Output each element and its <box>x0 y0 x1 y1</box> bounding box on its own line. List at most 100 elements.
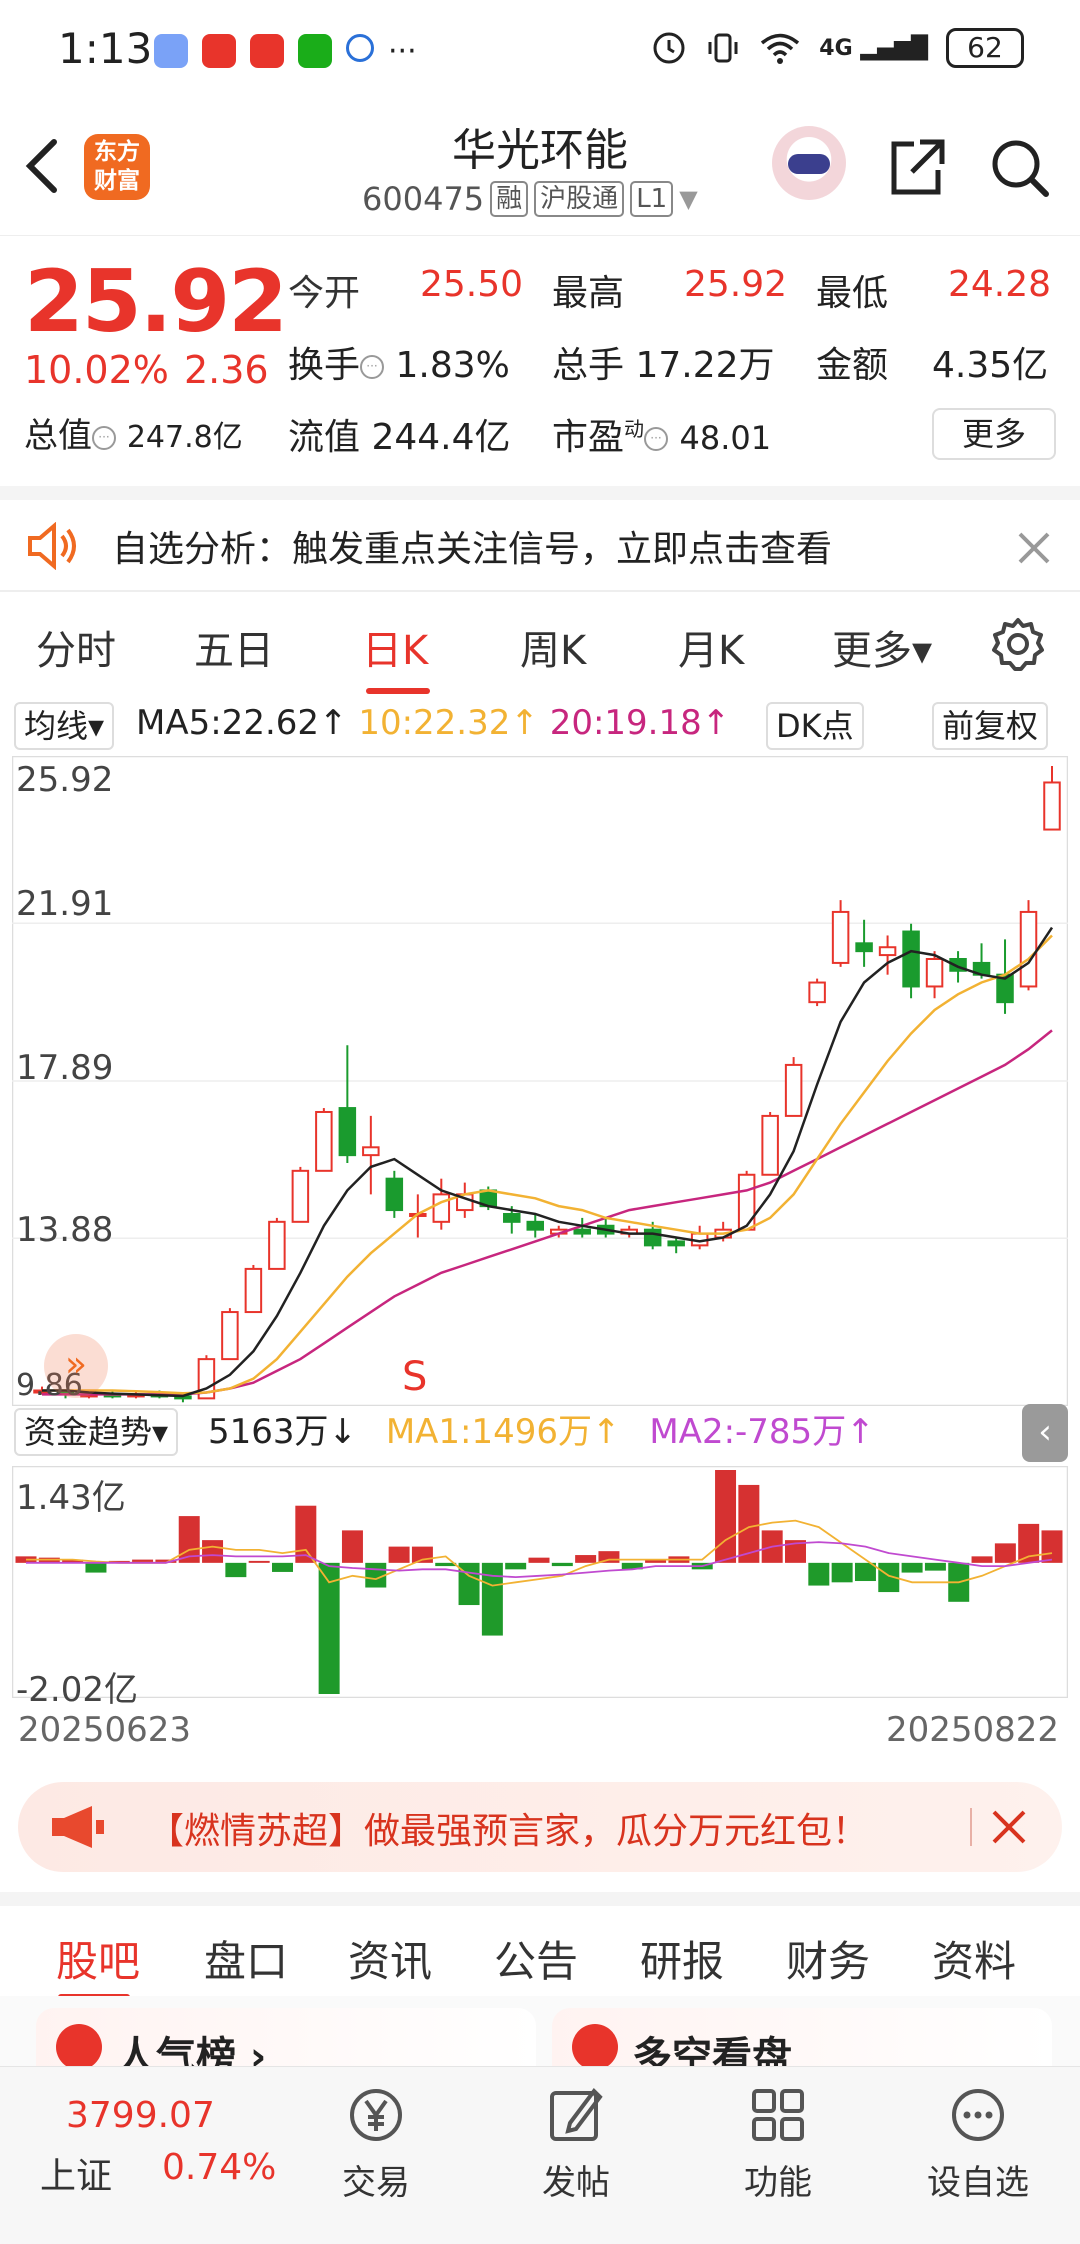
collapse-panel-button[interactable]: ‹ <box>1022 1404 1068 1462</box>
index-pct[interactable]: 0.74% <box>162 2147 276 2188</box>
ma10-value: 10:22.32↑ <box>358 703 539 743</box>
ma1-value: MA1:1496万↑ <box>385 1412 621 1452</box>
tab-more[interactable]: 更多▾ <box>832 618 932 676</box>
tab-five-day[interactable]: 五日 <box>194 618 274 676</box>
low-label: 最低 <box>816 273 889 314</box>
tab-research[interactable]: 研报 <box>640 1928 724 1989</box>
promo-banner[interactable]: 【燃情苏超】做最强预言家，瓜分万元红包！ <box>18 1782 1062 1872</box>
candlestick-chart[interactable] <box>12 756 1068 1406</box>
popularity-card[interactable]: 人气榜 › <box>36 2008 536 2066</box>
candle <box>667 1240 685 1247</box>
more-quote-button[interactable]: 更多 <box>932 408 1056 460</box>
banner-divider <box>970 1808 972 1846</box>
bull-bear-card[interactable]: 多空看盘 <box>552 2008 1052 2066</box>
gear-icon[interactable] <box>990 616 1046 672</box>
stock-code: 600475 <box>362 180 485 218</box>
level-tag: L1 <box>630 181 674 217</box>
last-price: 25.92 <box>24 252 288 352</box>
ma-selector[interactable]: 均线▾ <box>14 702 115 750</box>
app-notification-icon <box>202 34 236 68</box>
fund-bar <box>551 1562 573 1567</box>
fund-bar <box>528 1557 550 1563</box>
tab-daily-k[interactable]: 日K <box>362 618 428 676</box>
y-tick-label: 1.43亿 <box>16 1478 126 1518</box>
index-value[interactable]: 3799.07 <box>66 2095 215 2136</box>
ma20-value: 20:19.18↑ <box>549 703 731 743</box>
status-bar: 1:13 ··· 4G ▂▄▆█ 62 <box>0 0 1080 100</box>
fund-bar <box>202 1540 224 1563</box>
close-icon[interactable] <box>1016 530 1052 566</box>
candle <box>855 942 873 953</box>
alarm-icon <box>653 32 685 64</box>
fund-bar <box>808 1562 830 1586</box>
megaphone-icon <box>52 1806 104 1848</box>
volume-item: 总手 17.22万 <box>552 336 775 388</box>
amount-label: 金额 <box>816 345 889 386</box>
expand-icon[interactable]: » <box>44 1334 108 1398</box>
close-icon[interactable] <box>990 1808 1028 1846</box>
tab-orderbook[interactable]: 盘口 <box>204 1928 288 1989</box>
tab-announcements[interactable]: 公告 <box>494 1928 578 1989</box>
adjust-button[interactable]: 前复权 <box>932 702 1049 750</box>
change-value: 2.36 <box>184 348 269 392</box>
candle <box>338 1107 357 1157</box>
candle <box>315 1110 333 1172</box>
candle <box>737 1173 756 1231</box>
analysis-notice[interactable]: 自选分析：触发重点关注信号，立即点击查看 <box>0 486 1080 590</box>
tab-intraday[interactable]: 分时 <box>36 618 116 676</box>
search-icon[interactable] <box>988 136 1052 200</box>
fund-bar <box>248 1560 270 1563</box>
y-tick-label: 17.89 <box>16 1048 114 1088</box>
dk-point-button[interactable]: DK点 <box>766 702 864 750</box>
info-icon: ··· <box>360 355 385 379</box>
tab-profile[interactable]: 资料 <box>932 1928 1016 1989</box>
ma10-line <box>42 934 1053 1395</box>
bottom-nav: 3799.07 上证 0.74% 交易 发帖 功能 设自选 <box>0 2066 1080 2244</box>
stock-code-line[interactable]: 600475 融 沪股通 L1 ▼ <box>362 180 698 218</box>
nav-add-watchlist[interactable]: 设自选 <box>908 2083 1048 2204</box>
mktcap-item[interactable]: 总值 ··· 247.8亿 <box>24 408 243 457</box>
nav-post[interactable]: 发帖 <box>506 2083 646 2204</box>
tab-weekly-k[interactable]: 周K <box>520 618 586 676</box>
turnover-label: 换手 <box>288 345 361 386</box>
tab-financials[interactable]: 财务 <box>786 1928 870 1989</box>
fund-trend-chart[interactable] <box>12 1466 1068 1698</box>
turnover-item[interactable]: 换手 ··· 1.83% <box>288 336 510 388</box>
banner-text: 【燃情苏超】做最强预言家，瓜分万元红包！ <box>148 1811 869 1852</box>
tab-monthly-k[interactable]: 月K <box>678 618 744 676</box>
nav-functions[interactable]: 功能 <box>708 2083 848 2204</box>
candle <box>925 958 944 988</box>
fund-bar <box>85 1562 107 1573</box>
nav-trade[interactable]: 交易 <box>306 2083 446 2204</box>
share-icon[interactable] <box>884 136 948 200</box>
candle <box>808 981 826 1004</box>
index-name[interactable]: 上证 <box>40 2147 112 2199</box>
mktcap-value: 247.8亿 <box>126 420 243 455</box>
fund-bar <box>924 1562 946 1571</box>
chart-bars-icon <box>56 2024 102 2066</box>
pe-item[interactable]: 市盈动 ··· 48.01 <box>552 408 771 460</box>
tab-forum[interactable]: 股吧 <box>56 1928 140 1989</box>
candle <box>291 1169 310 1223</box>
candle <box>432 1193 451 1223</box>
float-item: 流值 244.4亿 <box>288 408 511 460</box>
fund-bar <box>994 1543 1016 1563</box>
fund-bar <box>388 1546 410 1563</box>
indicator-selector[interactable]: 资金趋势▾ <box>14 1408 179 1456</box>
change-percent: 10.02% <box>24 348 169 392</box>
quote-panel: 25.92 10.02% 2.36 今开 25.50 最高 25.92 最低 2… <box>0 236 1080 486</box>
stock-header: 东方财富 华光环能 600475 融 沪股通 L1 ▼ <box>0 100 1080 236</box>
ai-assistant-icon[interactable] <box>772 126 846 200</box>
yen-exchange-icon <box>350 2089 402 2141</box>
fund-bar <box>971 1556 993 1563</box>
tab-news[interactable]: 资讯 <box>348 1928 432 1989</box>
vibrate-icon <box>708 33 738 63</box>
kline-chart-area[interactable]: 均线▾ MA5:22.62↑ 10:22.32↑ 20:19.18↑ DK点 前… <box>0 698 1080 1758</box>
nav-trade-label: 交易 <box>342 2163 410 2203</box>
ma20-line <box>42 1029 1053 1396</box>
connect-tag: 沪股通 <box>534 181 625 217</box>
edit-icon <box>550 2087 603 2141</box>
high-label: 最高 <box>552 273 625 314</box>
more-notifications: ··· <box>388 34 417 69</box>
nav-post-label: 发帖 <box>542 2163 610 2203</box>
